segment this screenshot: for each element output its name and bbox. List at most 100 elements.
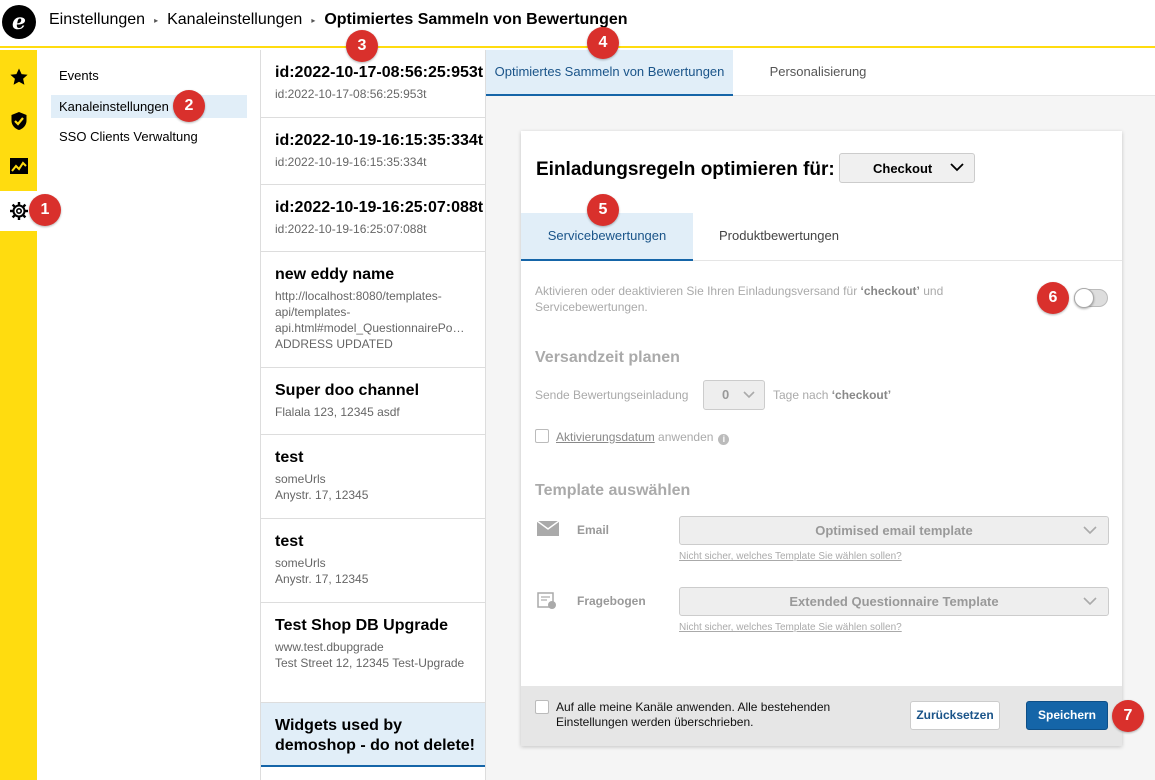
top-bar: e Einstellungen ▸ Kanaleinstellungen ▸ O… (0, 0, 1155, 48)
save-button[interactable]: Speichern (1026, 701, 1108, 730)
toggle-description: Aktivieren oder deaktivieren Sie Ihren E… (535, 283, 975, 315)
email-template-help-link[interactable]: Nicht sicher, welches Template Sie wähle… (679, 551, 902, 562)
channel-list-item[interactable]: Test Shop DB Upgrade www.test.dbupgrade … (261, 603, 485, 703)
chevron-down-icon (1083, 526, 1097, 535)
rail-reviews[interactable] (0, 57, 37, 97)
schedule-suffix: Tage nach ‘checkout’ (773, 388, 891, 402)
channel-title: test (275, 533, 304, 550)
template-heading: Template auswählen (535, 482, 691, 499)
channel-title: Widgets used by demoshop - do not delete… (275, 717, 475, 754)
schedule-heading: Versandzeit planen (535, 349, 680, 366)
schedule-suffix-channel: ‘checkout’ (831, 388, 892, 402)
channel-subtitle: http://localhost:8080/templates-api/temp… (275, 289, 465, 335)
settings-subnav: Events Kanaleinstellungen SSO Clients Ve… (37, 50, 261, 780)
subnav-item-channel-settings[interactable]: Kanaleinstellungen (51, 95, 247, 118)
channel-list-item[interactable]: Super doo channel Flalala 123, 12345 asd… (261, 368, 485, 435)
channel-subtitle-2: Test Street 12, 12345 Test-Upgrade (275, 656, 465, 670)
channel-title: id:2022-10-17-08:56:25:953t (275, 64, 484, 81)
annotation-marker-2: 2 (173, 90, 205, 122)
toggle-description-channel: ‘checkout’ (860, 284, 920, 298)
questionnaire-template-select[interactable]: Extended Questionnaire Template (679, 587, 1109, 616)
card-footer: Auf alle meine Kanäle anwenden. Alle bes… (521, 686, 1122, 746)
days-select[interactable]: 0 (703, 380, 765, 410)
channel-subtitle: id:2022-10-19-16:25:07:088t (275, 222, 427, 236)
channel-list-item[interactable]: id:2022-10-17-08:56:25:953t id:2022-10-1… (261, 50, 485, 118)
chevron-down-icon (743, 391, 755, 399)
chevron-down-icon (950, 163, 964, 172)
channel-list-item-selected[interactable]: Widgets used by demoshop - do not delete… (261, 703, 485, 767)
activation-date-link[interactable]: Aktivierungsdatum (556, 430, 655, 444)
questionnaire-icon (537, 592, 556, 609)
annotation-marker-7: 7 (1112, 700, 1144, 732)
channel-list-item[interactable]: new eddy name http://localhost:8080/temp… (261, 252, 485, 368)
breadcrumb-current-page: Optimiertes Sammeln von Bewertungen (324, 11, 628, 28)
annotation-marker-5: 5 (587, 194, 619, 226)
gear-icon (9, 202, 28, 220)
star-icon (9, 68, 28, 85)
main-content: Optimiertes Sammeln von Bewertungen Pers… (486, 50, 1155, 780)
channel-title: test (275, 449, 304, 466)
email-template-value: Optimised email template (815, 523, 973, 538)
channel-list-item[interactable]: test someUrls Anystr. 17, 12345 (261, 435, 485, 519)
breadcrumb-separator-icon: ▸ (311, 15, 316, 25)
channel-title: Test Shop DB Upgrade (275, 617, 449, 634)
questionnaire-template-help-link[interactable]: Nicht sicher, welches Template Sie wähle… (679, 622, 902, 633)
apply-all-channels-label: Auf alle meine Kanäle anwenden. Alle bes… (556, 700, 831, 729)
trigger-select-value: Checkout (873, 160, 933, 176)
breadcrumb-item-channel-settings[interactable]: Kanaleinstellungen (167, 11, 302, 29)
subnav-item-events[interactable]: Events (51, 64, 247, 87)
left-rail (0, 50, 37, 780)
email-label: Email (577, 523, 610, 537)
annotation-marker-1: 1 (29, 194, 61, 226)
invitation-toggle[interactable] (1074, 288, 1108, 308)
days-select-value: 0 (722, 387, 730, 402)
email-icon (537, 521, 559, 536)
breadcrumb: Einstellungen ▸ Kanaleinstellungen ▸ Opt… (49, 11, 628, 29)
breadcrumb-separator-icon: ▸ (154, 15, 159, 25)
channel-title: Super doo channel (275, 382, 420, 399)
channel-list-item[interactable]: id:2022-10-19-16:25:07:088t id:2022-10-1… (261, 185, 485, 252)
annotation-marker-3: 3 (346, 30, 378, 62)
email-template-select[interactable]: Optimised email template (679, 516, 1109, 545)
activation-date-checkbox[interactable] (535, 429, 549, 443)
info-icon[interactable]: i (718, 434, 730, 445)
shield-check-icon (11, 112, 26, 130)
subnav-item-sso-clients[interactable]: SSO Clients Verwaltung (51, 125, 247, 148)
questionnaire-template-value: Extended Questionnaire Template (789, 594, 999, 609)
chevron-down-icon (1083, 597, 1097, 606)
rail-analytics[interactable] (0, 146, 37, 186)
channel-subtitle: someUrls (275, 556, 326, 570)
trigger-select[interactable]: Checkout (839, 153, 975, 183)
tab-personalization[interactable]: Personalisierung (733, 50, 903, 96)
chart-icon (9, 158, 28, 174)
card-title: Einladungsregeln optimieren für: (536, 159, 835, 180)
channel-subtitle-2: ADDRESS UPDATED (275, 337, 393, 351)
rail-trustbadge[interactable] (0, 101, 37, 141)
apply-all-channels-checkbox[interactable] (535, 700, 549, 714)
channel-subtitle: id:2022-10-19-16:15:35:334t (275, 155, 427, 169)
channel-subtitle: someUrls (275, 472, 326, 486)
schedule-suffix-text: Tage nach (773, 388, 832, 402)
channel-subtitle-2: Anystr. 17, 12345 (275, 572, 369, 586)
breadcrumb-item-settings[interactable]: Einstellungen (49, 11, 145, 29)
toggle-knob (1074, 288, 1094, 308)
channel-title: id:2022-10-19-16:25:07:088t (275, 199, 484, 216)
activation-date-label: Aktivierungsdatum anwenden i (556, 430, 730, 445)
toggle-description-text: Aktivieren oder deaktivieren Sie Ihren E… (535, 284, 861, 298)
annotation-marker-4: 4 (587, 27, 619, 59)
channel-subtitle: Flalala 123, 12345 asdf (275, 405, 400, 419)
channel-list-item[interactable]: id:2022-10-19-16:15:35:334t id:2022-10-1… (261, 118, 485, 185)
channel-list: id:2022-10-17-08:56:25:953t id:2022-10-1… (261, 50, 486, 780)
activation-date-suffix: anwenden (654, 430, 714, 444)
channel-title: new eddy name (275, 266, 395, 283)
channel-title: id:2022-10-19-16:15:35:334t (275, 132, 484, 149)
trusted-shops-logo[interactable]: e (2, 5, 36, 39)
schedule-label: Sende Bewertungseinladung (535, 388, 689, 402)
channel-list-item[interactable]: test someUrls Anystr. 17, 12345 (261, 519, 485, 603)
questionnaire-label: Fragebogen (577, 594, 646, 608)
channel-subtitle: www.test.dbupgrade (275, 640, 384, 654)
tab-product-reviews[interactable]: Produktbewertungen (693, 213, 865, 261)
annotation-marker-6: 6 (1037, 282, 1069, 314)
reset-button[interactable]: Zurücksetzen (910, 701, 1000, 730)
channel-subtitle: id:2022-10-17-08:56:25:953t (275, 87, 427, 101)
